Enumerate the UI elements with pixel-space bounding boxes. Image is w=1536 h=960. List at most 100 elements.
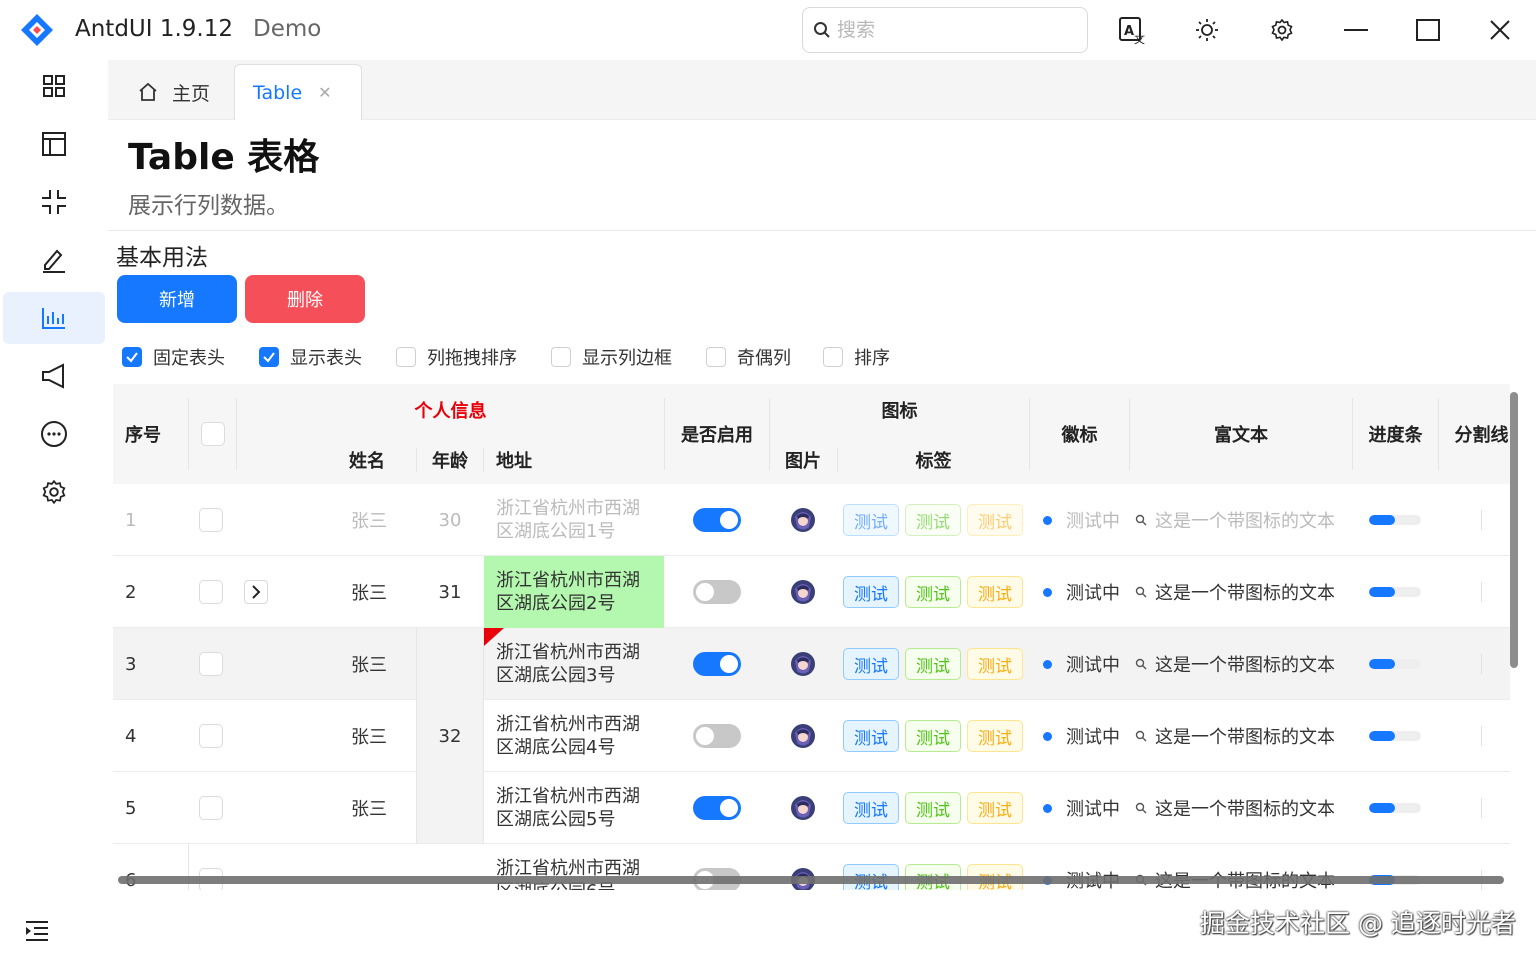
search-box[interactable]: [802, 7, 1088, 53]
cell-richtext: 这是一个带图标的文本: [1135, 628, 1350, 700]
option-column-drag-sort[interactable]: 列拖拽排序: [396, 344, 517, 370]
maximize-button[interactable]: [1410, 12, 1446, 48]
search-input[interactable]: [837, 19, 1077, 41]
cell-enabled[interactable]: [665, 556, 769, 628]
message-icon: [41, 421, 67, 447]
tag-blue: 测试: [843, 792, 899, 824]
cell-enabled[interactable]: [665, 700, 769, 772]
translate-button[interactable]: A文: [1114, 12, 1150, 48]
enable-switch[interactable]: [693, 652, 741, 676]
sidebar-item-feedback[interactable]: [3, 350, 105, 402]
close-window-button[interactable]: [1482, 12, 1518, 48]
header-select-all[interactable]: [189, 384, 237, 484]
sidebar-item-chat[interactable]: [3, 408, 105, 460]
header-name[interactable]: 姓名: [237, 440, 417, 480]
svg-text:文: 文: [1134, 32, 1145, 45]
sidebar-item-data-entry[interactable]: [3, 234, 105, 286]
cell-image: [770, 484, 836, 556]
table-row[interactable]: 2 张三 31 浙江省杭州市西湖 区湖底公园2号 测试 测试 测试 测试中 这是一个带图标的文本: [113, 556, 1510, 628]
cell-address: 浙江省杭州市西湖 区湖底公园5号: [484, 772, 664, 844]
checkbox[interactable]: [259, 347, 279, 367]
header-tags[interactable]: 标签: [838, 440, 1029, 480]
option-striped[interactable]: 奇偶列: [706, 344, 791, 370]
row-checkbox[interactable]: [199, 796, 223, 820]
header-richtext[interactable]: 富文本: [1130, 384, 1352, 484]
tag-green: 测试: [905, 792, 961, 824]
cell-enabled[interactable]: [665, 628, 769, 700]
delete-button[interactable]: 删除: [245, 275, 365, 323]
header-divider[interactable]: 分割线: [1439, 384, 1510, 484]
cell-richtext: 这是一个带图标的文本: [1135, 556, 1350, 628]
option-label: 奇偶列: [737, 348, 791, 369]
row-checkbox[interactable]: [199, 724, 223, 748]
theme-toggle-button[interactable]: [1189, 12, 1225, 48]
check-icon: [126, 352, 138, 363]
header-enabled[interactable]: 是否启用: [665, 384, 769, 484]
tag-blue: 测试: [843, 504, 899, 536]
row-checkbox[interactable]: [199, 580, 223, 604]
tab-home[interactable]: 主页: [108, 64, 232, 120]
header-index[interactable]: 序号: [113, 384, 188, 484]
sidebar: [0, 60, 106, 960]
enable-switch[interactable]: [693, 508, 741, 532]
enable-switch[interactable]: [693, 724, 741, 748]
row-checkbox[interactable]: [199, 652, 223, 676]
cell-select[interactable]: [199, 628, 227, 700]
sidebar-item-navigation[interactable]: [3, 176, 105, 228]
add-button[interactable]: 新增: [117, 275, 237, 323]
watermark: 掘金技术社区 @ 追逐时光者: [1200, 909, 1516, 938]
settings-button[interactable]: [1264, 12, 1300, 48]
option-fixed-header[interactable]: 固定表头: [122, 344, 225, 370]
tag-green: 测试: [905, 648, 961, 680]
header-age[interactable]: 年龄: [417, 440, 483, 480]
cell-progress: [1369, 484, 1429, 556]
cell-select[interactable]: [199, 772, 227, 844]
checkbox[interactable]: [551, 347, 571, 367]
enable-switch[interactable]: [693, 580, 741, 604]
sidebar-item-layout[interactable]: [3, 118, 105, 170]
header-progress[interactable]: 进度条: [1353, 384, 1438, 484]
header-badge[interactable]: 徽标: [1030, 384, 1129, 484]
horizontal-scrollbar[interactable]: [118, 876, 1504, 884]
header-address[interactable]: 地址: [484, 440, 664, 480]
table-row[interactable]: 3 张三 浙江省杭州市西湖 区湖底公园3号 测试 测试 测试 测试中 这是一个带图标的文本: [113, 628, 1510, 700]
option-label: 列拖拽排序: [427, 348, 517, 369]
cell-enabled[interactable]: [665, 484, 769, 556]
row-checkbox[interactable]: [199, 508, 223, 532]
select-all-checkbox[interactable]: [201, 422, 225, 446]
cell-enabled[interactable]: [665, 772, 769, 844]
column-separator: [483, 628, 484, 844]
header-icon-group: 图标: [881, 401, 918, 422]
option-sort[interactable]: 排序: [823, 344, 890, 370]
progress-bar: [1369, 803, 1421, 813]
menu-unfold-icon[interactable]: [24, 918, 50, 944]
tab-table-label: Table: [253, 81, 303, 104]
vertical-scrollbar[interactable]: [1510, 392, 1518, 668]
sidebar-item-general[interactable]: [3, 60, 105, 112]
table-row[interactable]: 1 张三 30 浙江省杭州市西湖 区湖底公园1号 测试 测试 测试 测试中 这是一个带图标的文本: [113, 484, 1510, 556]
enable-switch[interactable]: [693, 796, 741, 820]
progress-bar: [1369, 731, 1421, 741]
sidebar-item-config[interactable]: [3, 466, 105, 518]
cell-name: 张三: [351, 511, 387, 532]
checkbox[interactable]: [706, 347, 726, 367]
option-show-header[interactable]: 显示表头: [259, 344, 362, 370]
header-image[interactable]: 图片: [770, 440, 836, 480]
tab-table[interactable]: Table ✕: [234, 64, 362, 120]
progress-bar: [1369, 587, 1421, 597]
bar-chart-icon: [42, 308, 65, 329]
checkbox[interactable]: [122, 347, 142, 367]
minimize-button[interactable]: [1338, 12, 1374, 48]
checkbox[interactable]: [396, 347, 416, 367]
cell-select[interactable]: [199, 700, 227, 772]
checkbox[interactable]: [823, 347, 843, 367]
option-column-border[interactable]: 显示列边框: [551, 344, 672, 370]
cell-select[interactable]: [199, 484, 227, 556]
table-row[interactable]: 5 张三 浙江省杭州市西湖 区湖底公园5号 测试 测试 测试 测试中 这是一个带图标的文本: [113, 772, 1510, 844]
layout-icon: [42, 132, 66, 156]
tab-close-icon[interactable]: ✕: [318, 83, 331, 102]
table-row[interactable]: 4 张三 32 浙江省杭州市西湖 区湖底公园4号 测试 测试 测试 测试中 这是一个带图标的文本: [113, 628, 1510, 844]
sidebar-item-data-display[interactable]: [3, 292, 105, 344]
cell-divider: [1481, 654, 1482, 674]
cell-select[interactable]: [199, 556, 227, 628]
